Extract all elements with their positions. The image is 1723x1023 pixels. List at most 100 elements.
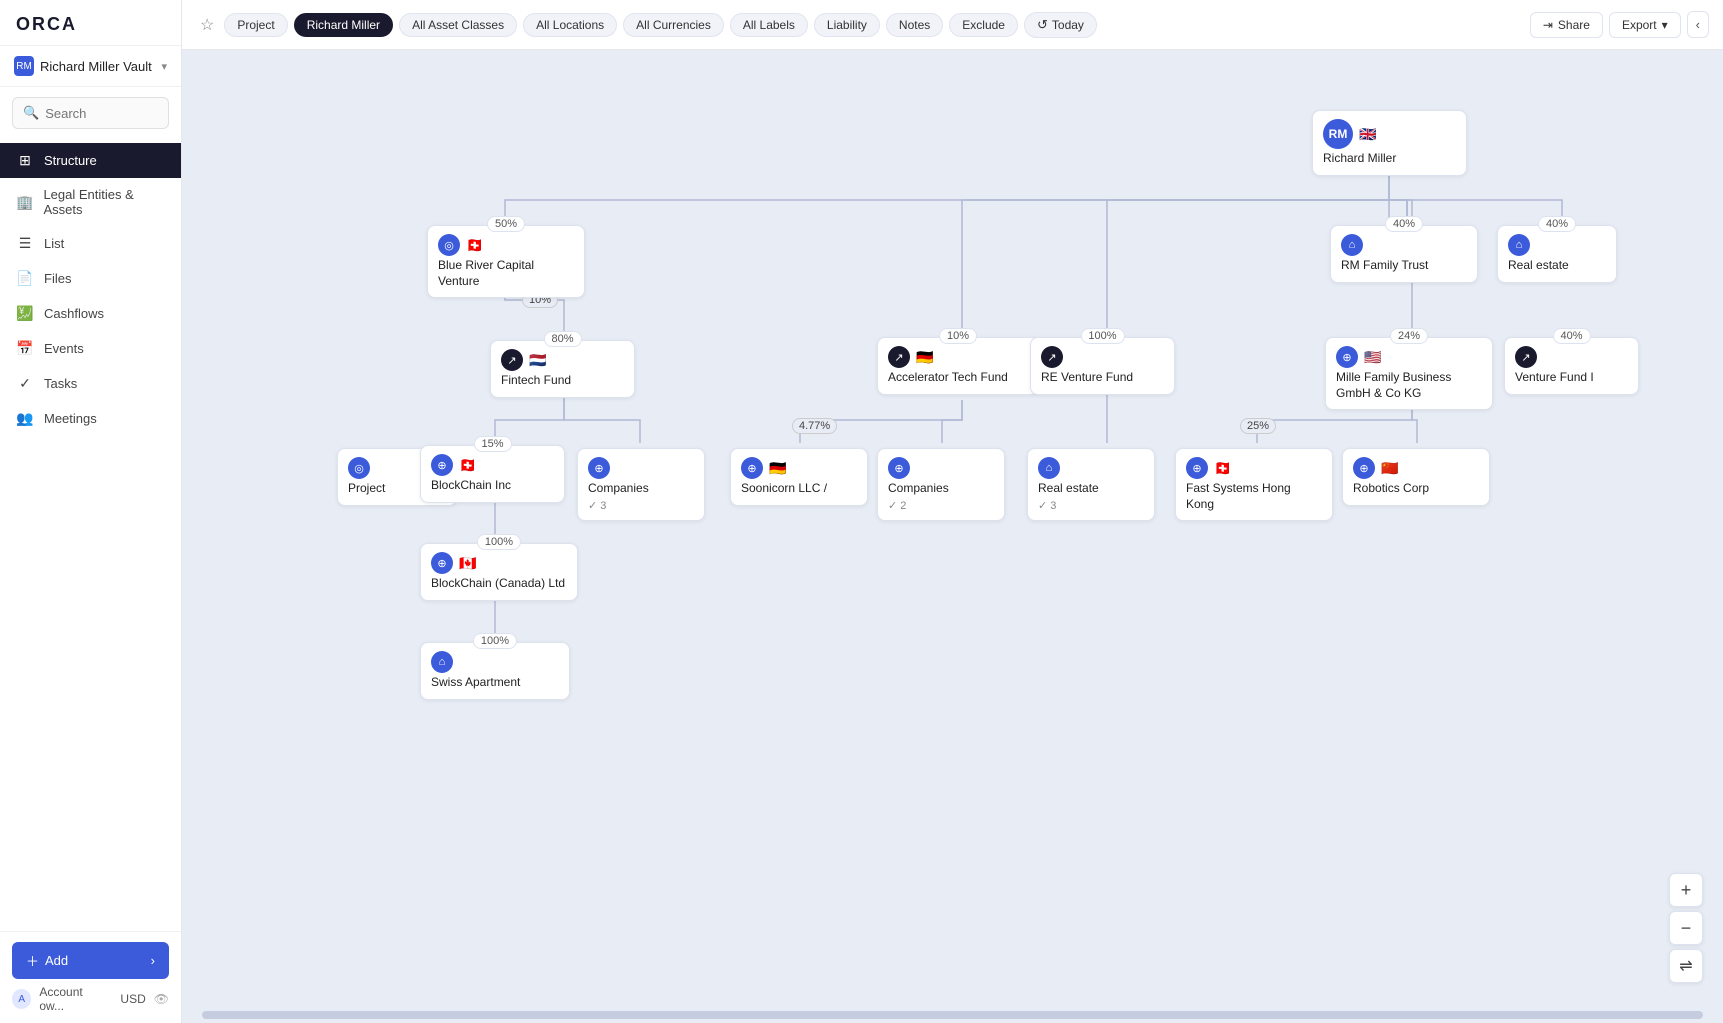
files-icon: 📄 [16,270,34,287]
soonicorn-icon: ⊕ [741,457,763,479]
sidebar-item-cashflows[interactable]: 💹 Cashflows [0,296,181,331]
mille-label: Mille Family Business GmbH & Co KG [1336,370,1482,401]
sidebar-item-files[interactable]: 📄 Files [0,261,181,296]
soonicorn-label: Soonicorn LLC / [741,481,857,497]
sidebar-item-structure[interactable]: ⊞ Structure [0,143,181,178]
app-logo: ORCA [16,14,165,35]
add-button[interactable]: ＋ Add › [12,942,169,979]
search-box[interactable]: 🔍 [12,97,169,129]
tasks-icon: ✓ [16,375,34,392]
swiss-apartment-icon: ⌂ [431,651,453,673]
sidebar-item-events[interactable]: 📅 Events [0,331,181,366]
node-companies-1[interactable]: ⊕ Companies ✓ 3 [577,448,705,521]
node-blue-river[interactable]: 50% ◎ 🇨🇭 Blue River Capital Venture [427,225,585,298]
real-estate-top-label: Real estate [1508,258,1606,274]
blockchain-inc-badge: 15% [473,436,511,452]
project-icon: ◎ [348,457,370,479]
plus-icon: ＋ [26,951,39,970]
search-input[interactable] [45,106,158,121]
liability-pill[interactable]: Liability [814,13,880,37]
node-re-venture[interactable]: 100% ↗ RE Venture Fund [1030,337,1175,395]
share-icon: ⇥ [1543,18,1553,32]
account-icon: A [12,989,31,1009]
zoom-out-button[interactable]: − [1669,911,1703,945]
notes-pill[interactable]: Notes [886,13,943,37]
swiss-apartment-label: Swiss Apartment [431,675,559,691]
fintech-label: Fintech Fund [501,373,624,389]
node-robotics-corp[interactable]: ⊕ 🇨🇳 Robotics Corp [1342,448,1490,506]
node-blockchain-canada[interactable]: 100% ⊕ 🇨🇦 BlockChain (Canada) Ltd [420,543,578,601]
node-richard-miller[interactable]: RM 🇬🇧 Richard Miller [1312,110,1467,176]
real-estate-top-icon: ⌂ [1508,234,1530,256]
node-mille-family[interactable]: 24% ⊕ 🇺🇸 Mille Family Business GmbH & Co… [1325,337,1493,410]
richard-miller-avatar: RM [1323,119,1353,149]
mille-badge: 24% [1390,328,1428,344]
companies-2-label: Companies [888,481,994,497]
canvas[interactable]: 10% 4.77% 25% RM 🇬🇧 Richard Miller 50% ◎… [182,50,1723,1023]
share-button[interactable]: ⇥ Share [1530,12,1603,38]
companies-1-icon: ⊕ [588,457,610,479]
companies-1-label: Companies [588,481,694,497]
exclude-pill[interactable]: Exclude [949,13,1018,37]
node-rm-family-trust[interactable]: 40% ⌂ RM Family Trust [1330,225,1478,283]
account-row[interactable]: A Account ow... USD 👁 [12,985,169,1013]
real-estate-mid-count: ✓ 3 [1038,499,1144,512]
blockchain-canada-badge: 100% [477,534,521,550]
node-swiss-apartment[interactable]: 100% ⌂ Swiss Apartment [420,642,570,700]
collapse-panel-button[interactable]: ‹ [1687,11,1709,38]
logo-area: ORCA [0,0,181,46]
project-pill[interactable]: Project [224,13,287,37]
canvas-inner: 10% 4.77% 25% RM 🇬🇧 Richard Miller 50% ◎… [182,50,1723,950]
fast-systems-label: Fast Systems Hong Kong [1186,481,1322,512]
refresh-icon: ↺ [1037,17,1048,33]
nav-items: ⊞ Structure 🏢 Legal Entities & Assets ☰ … [0,139,181,931]
locations-pill[interactable]: All Locations [523,13,617,37]
sidebar-item-tasks[interactable]: ✓ Tasks [0,366,181,401]
blockchain-inc-label: BlockChain Inc [431,478,554,494]
accelerator-label: Accelerator Tech Fund [888,370,1028,386]
meetings-icon: 👥 [16,410,34,427]
chevron-down-icon: ▾ [1662,18,1668,32]
structure-icon: ⊞ [16,152,34,169]
blue-river-label: Blue River Capital Venture [438,258,574,289]
node-real-estate-mid[interactable]: ⌂ Real estate ✓ 3 [1027,448,1155,521]
vault-selector[interactable]: RM Richard Miller Vault ▾ [0,46,181,87]
sidebar: ORCA RM Richard Miller Vault ▾ 🔍 ⊞ Struc… [0,0,182,1023]
node-companies-2[interactable]: ⊕ Companies ✓ 2 [877,448,1005,521]
swiss-apartment-badge: 100% [473,633,517,649]
asset-class-pill[interactable]: All Asset Classes [399,13,517,37]
sidebar-item-legal[interactable]: 🏢 Legal Entities & Assets [0,178,181,226]
today-pill[interactable]: ↺ Today [1024,12,1097,38]
eye-icon: 👁 [154,992,169,1006]
node-fast-systems[interactable]: ⊕ 🇨🇭 Fast Systems Hong Kong [1175,448,1333,521]
sidebar-item-list[interactable]: ☰ List [0,226,181,261]
person-pill[interactable]: Richard Miller [294,13,393,37]
currencies-pill[interactable]: All Currencies [623,13,724,37]
sidebar-bottom: ＋ Add › A Account ow... USD 👁 [0,931,181,1023]
main-content: ☆ Project Richard Miller All Asset Class… [182,0,1723,1023]
node-soonicorn[interactable]: ⊕ 🇩🇪 Soonicorn LLC / [730,448,868,506]
node-blockchain-inc[interactable]: 15% ⊕ 🇨🇭 BlockChain Inc [420,445,565,503]
horizontal-scrollbar[interactable] [202,1011,1703,1019]
accelerator-badge: 10% [939,328,977,344]
re-venture-icon: ↗ [1041,346,1063,368]
sidebar-item-meetings[interactable]: 👥 Meetings [0,401,181,436]
vault-name: Richard Miller Vault [40,59,155,74]
mille-icon: ⊕ [1336,346,1358,368]
star-icon-button[interactable]: ☆ [196,11,218,39]
blockchain-canada-label: BlockChain (Canada) Ltd [431,576,567,592]
node-real-estate-top[interactable]: 40% ⌂ Real estate [1497,225,1617,283]
filter-button[interactable]: ⇌ [1669,949,1703,983]
node-fintech-fund[interactable]: 80% ↗ 🇳🇱 Fintech Fund [490,340,635,398]
node-venture-fund-i[interactable]: 40% ↗ Venture Fund I [1504,337,1639,395]
venture-fund-label: Venture Fund I [1515,370,1628,386]
node-accelerator-tech[interactable]: 10% ↗ 🇩🇪 Accelerator Tech Fund [877,337,1039,395]
events-icon: 📅 [16,340,34,357]
rm-trust-icon: ⌂ [1341,234,1363,256]
cashflows-icon: 💹 [16,305,34,322]
topbar: ☆ Project Richard Miller All Asset Class… [182,0,1723,50]
conn-label-477pct: 4.77% [792,418,837,434]
labels-pill[interactable]: All Labels [730,13,808,37]
zoom-in-button[interactable]: + [1669,873,1703,907]
export-button[interactable]: Export ▾ [1609,12,1681,38]
